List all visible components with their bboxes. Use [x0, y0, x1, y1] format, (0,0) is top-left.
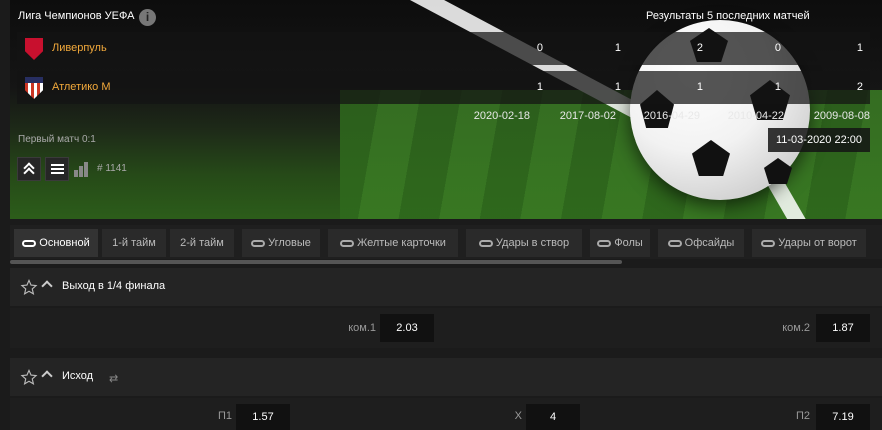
- odd-label: П2: [795, 410, 810, 422]
- info-icon[interactable]: i: [139, 9, 156, 26]
- first-match-score: Первый матч 0:1: [18, 134, 96, 145]
- link-icon: [761, 240, 776, 247]
- tab-corners[interactable]: Угловые: [242, 229, 320, 257]
- match-datetime: 11-03-2020 22:00: [768, 128, 870, 152]
- league-name: Лига Чемпионов УЕФА: [18, 10, 135, 22]
- tab-yellow-cards[interactable]: Желтые карточки: [328, 229, 458, 257]
- tab-shots-on-target[interactable]: Удары в створ: [466, 229, 582, 257]
- score: 1: [696, 81, 703, 93]
- tab-second-half[interactable]: 2-й тайм: [170, 229, 234, 257]
- match-id: # 1141: [97, 163, 127, 174]
- odd-button[interactable]: 7.19: [816, 404, 870, 430]
- odd-label: ком.2: [782, 322, 810, 334]
- odd-button[interactable]: 4: [526, 404, 580, 430]
- swap-icon[interactable]: ⇄: [109, 372, 118, 385]
- tab-main[interactable]: Основной: [14, 229, 98, 257]
- score: 1: [536, 81, 543, 93]
- link-icon: [597, 240, 612, 247]
- match-date: 2010-04-22: [727, 110, 784, 122]
- match-date: 2016-04-29: [643, 110, 700, 122]
- collapse-button[interactable]: [17, 157, 41, 181]
- table-icon: [51, 164, 64, 175]
- odd-button[interactable]: 1.57: [236, 404, 290, 430]
- score: 1: [614, 81, 621, 93]
- liverpool-crest-icon: [25, 38, 43, 60]
- score: 1: [774, 81, 781, 93]
- team-name[interactable]: Ливерпуль: [52, 42, 107, 54]
- market-title: Исход: [62, 370, 94, 382]
- link-icon: [478, 240, 493, 247]
- match-date: 2020-02-18: [473, 110, 530, 122]
- score: 0: [536, 42, 543, 54]
- tab-goal-kicks[interactable]: Удары от ворот: [752, 229, 866, 257]
- star-icon[interactable]: [20, 279, 38, 296]
- market-odds: ком.1 2.03 ком.2 1.87: [10, 308, 882, 348]
- score: 2: [856, 81, 863, 93]
- star-icon[interactable]: [20, 369, 38, 386]
- market-tabs: Основной 1-й тайм 2-й тайм Угловые Желты…: [10, 225, 882, 259]
- tab-first-half[interactable]: 1-й тайм: [102, 229, 166, 257]
- odd-label: ком.1: [348, 322, 376, 334]
- results-title: Результаты 5 последних матчей: [646, 10, 810, 22]
- odd-button[interactable]: 1.87: [816, 314, 870, 342]
- table-view-button[interactable]: [45, 157, 69, 181]
- atletico-crest-icon: [25, 77, 43, 99]
- market-header: Исход ⇄: [10, 358, 882, 396]
- team-name[interactable]: Атлетико М: [52, 81, 111, 93]
- match-date: 2017-08-02: [559, 110, 616, 122]
- statistics-icon[interactable]: [74, 161, 92, 177]
- team-row-home: Ливерпуль 0 1 2 0 1: [17, 32, 870, 65]
- link-icon: [22, 240, 37, 247]
- market-header: Выход в 1/4 финала: [10, 268, 882, 306]
- tabs-scrollbar[interactable]: [10, 260, 622, 264]
- score: 2: [696, 42, 703, 54]
- odd-label: П1: [217, 410, 232, 422]
- tab-offsides[interactable]: Офсайды: [658, 229, 744, 257]
- score: 0: [774, 42, 781, 54]
- match-page: Лига Чемпионов УЕФА i Результаты 5 после…: [0, 0, 882, 430]
- chevron-up-icon[interactable]: [41, 370, 53, 382]
- link-icon: [667, 240, 682, 247]
- chevron-up-icon[interactable]: [41, 280, 53, 292]
- team-row-away: Атлетико М 1 1 1 1 2: [17, 71, 870, 104]
- score: 1: [614, 42, 621, 54]
- link-icon: [340, 240, 355, 247]
- odd-label: X: [514, 410, 522, 422]
- link-icon: [251, 240, 266, 247]
- tab-fouls[interactable]: Фолы: [590, 229, 650, 257]
- score: 1: [856, 42, 863, 54]
- match-date: 2009-08-08: [813, 110, 870, 122]
- market-odds: П1 1.57 X 4 П2 7.19: [10, 398, 882, 430]
- odd-button[interactable]: 2.03: [380, 314, 434, 342]
- market-title: Выход в 1/4 финала: [62, 280, 166, 292]
